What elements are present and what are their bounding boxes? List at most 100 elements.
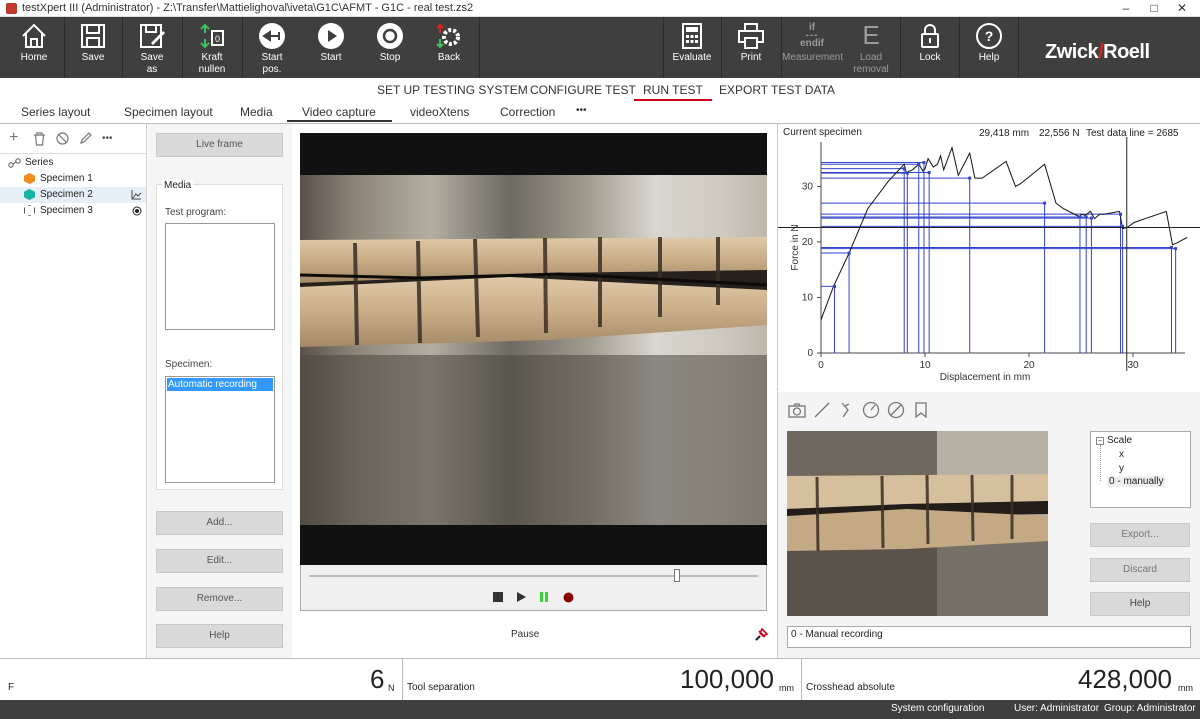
specimen-media-list[interactable]: Automatic recording [165,376,275,483]
bookmark-icon[interactable] [913,402,929,418]
scale-x[interactable]: x [1119,449,1124,460]
force-displacement-chart[interactable]: 0 10 20 30 0 10 20 30 Displacement in mm Force in… [778,124,1200,391]
edit-icon[interactable] [79,132,92,145]
block-icon[interactable] [56,132,69,145]
app-icon [6,3,17,14]
minimize-button[interactable]: – [1112,0,1140,17]
y-axis-label: Force in N [790,224,801,270]
nav-configure-test[interactable]: CONFIGURE TEST [530,83,636,97]
snapshot-pin-icon[interactable] [753,627,769,643]
line-icon[interactable] [814,402,830,418]
edit-media-button[interactable]: Edit... [156,549,283,573]
home-button[interactable]: Home [8,17,60,78]
tab-series-layout[interactable]: Series layout [21,105,90,119]
measurement-button[interactable]: if --- endif Measurement [782,17,843,78]
pause-video-button[interactable] [539,592,549,602]
tree-more-button[interactable]: ••• [102,133,113,144]
circle-measure-icon[interactable] [862,401,880,419]
stop-button[interactable]: Stop [364,17,416,78]
help-icon: ? [976,23,1002,49]
angle-icon[interactable] [838,402,854,418]
marker-point [905,171,909,175]
tree-specimen-2[interactable]: Specimen 2 [0,187,146,203]
tab-videoxtens[interactable]: videoXtens [410,105,469,119]
tree-specimen-1[interactable]: Specimen 1 [0,171,146,187]
stop-video-button[interactable] [493,592,503,602]
bottom-bar: System configuration User: Administrator… [0,700,1200,719]
nav-export-test-data[interactable]: EXPORT TEST DATA [719,83,835,97]
print-button[interactable]: Print [725,17,777,78]
x-axis-label: Displacement in mm [940,372,1031,383]
system-configuration-link[interactable]: System configuration [891,703,984,714]
title-bar: testXpert III (Administrator) - Z:\Trans… [0,0,1200,17]
tab-specimen-layout[interactable]: Specimen layout [124,105,213,119]
specimen-1-icon [24,173,35,184]
recording-field[interactable]: 0 - Manual recording [787,626,1191,648]
force-unit: N [388,683,395,693]
start-position-button[interactable]: Start pos. [246,17,298,78]
scale-root[interactable]: Scale [1107,435,1132,446]
nav-run-test[interactable]: RUN TEST [634,83,712,101]
y-tick-label: 20 [802,237,814,248]
specimen-video-image [300,175,767,525]
force-zero-icon: 0 [200,23,224,49]
force-displacement-chart-panel: Current specimen 29,418 mm 22,556 N Test… [777,124,1200,391]
evaluate-button[interactable]: Evaluate [666,17,718,78]
scale-manually[interactable]: 0 - manually [1107,476,1166,487]
start-button[interactable]: Start [305,17,357,78]
video-seek-thumb[interactable] [674,569,681,582]
marker-point [847,251,851,255]
kraft-nullen-button[interactable]: 0 Kraft nullen [186,17,238,78]
circle-slash-icon[interactable] [887,401,905,419]
if-endif-icon: if --- endif [800,22,824,49]
save-button[interactable]: Save [67,17,119,78]
marker-point [927,171,931,175]
crosshead-label: Crosshead absolute [806,682,895,693]
nav-set-up-testing-system[interactable]: SET UP TESTING SYSTEM [377,83,528,97]
play-video-button[interactable] [516,592,526,602]
play-icon [318,23,344,49]
calculator-icon [682,23,702,49]
camera-icon[interactable] [788,402,806,418]
add-media-button[interactable]: Add... [156,511,283,535]
tabs-more-button[interactable]: ••• [576,105,587,116]
record-video-button[interactable] [563,592,574,603]
y-tick-label: 30 [802,181,814,192]
close-button[interactable]: ✕ [1168,0,1196,17]
lock-icon [921,24,939,48]
add-icon[interactable]: + [9,130,18,146]
automatic-recording-item[interactable]: Automatic recording [167,378,273,391]
toolbar: Home Save Save as 0 Kraft nullen Start p… [0,17,1200,78]
home-icon [22,23,46,48]
help-button[interactable]: ? Help [963,17,1015,78]
load-removal-button[interactable]: E Load removal [845,17,897,78]
maximize-button[interactable]: □ [1140,0,1168,17]
tool-separation-value: 100,000 [680,664,774,694]
save-as-button[interactable]: Save as [126,17,178,78]
video-seek-track[interactable] [309,575,758,577]
tree-specimen-3[interactable]: Specimen 3 [0,203,146,219]
remove-media-button[interactable]: Remove... [156,587,283,611]
export-button[interactable]: Export... [1090,523,1190,547]
test-program-list[interactable] [165,223,275,330]
live-frame-button[interactable]: Live frame [156,133,283,157]
collapse-icon[interactable]: − [1096,437,1104,445]
tab-video-capture[interactable]: Video capture [287,105,392,122]
discard-button[interactable]: Discard [1090,558,1190,582]
media-help-button[interactable]: Help [156,624,283,648]
tree-series[interactable]: Series [0,155,146,171]
series-tree-panel: + ••• Series Specimen 1 Specimen 2 Speci… [0,124,147,658]
printer-icon [738,23,764,49]
image-help-button[interactable]: Help [1090,592,1190,616]
x-tick-label: 0 [818,360,824,371]
x-tick-label: 30 [1127,360,1139,371]
save-icon [81,24,105,48]
trash-icon[interactable] [33,132,46,146]
tab-media[interactable]: Media [240,105,273,119]
back-button[interactable]: Back [423,17,475,78]
lock-button[interactable]: Lock [904,17,956,78]
scale-tree: − Scale x y 0 - manually [1090,431,1191,508]
force-label: F [8,682,15,693]
tab-correction[interactable]: Correction [500,105,555,119]
scale-y[interactable]: y [1119,463,1124,474]
